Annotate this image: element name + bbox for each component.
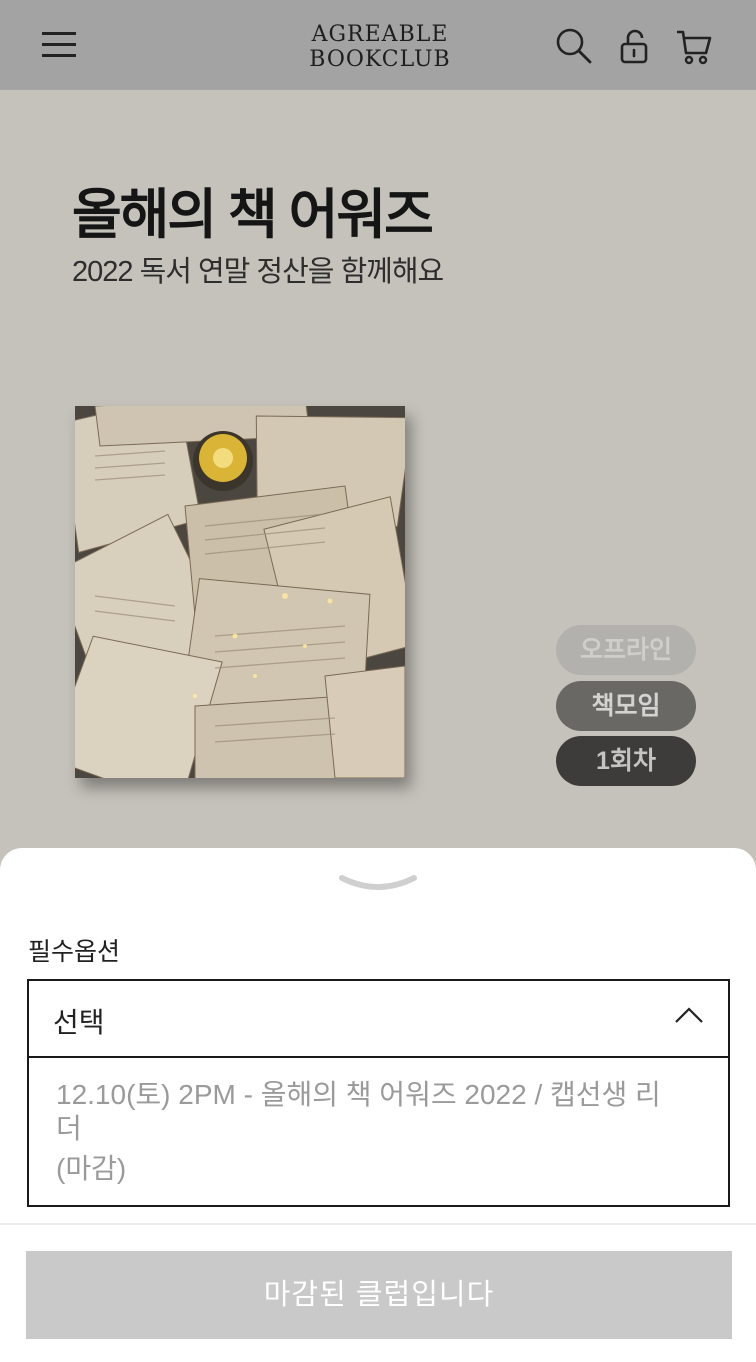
option-select-header[interactable]: 선택 <box>29 981 728 1058</box>
open-books-photo <box>75 406 405 778</box>
tag-offline: 오프라인 <box>556 625 696 675</box>
sheet-collapse-handle-icon[interactable] <box>338 870 418 894</box>
brand-logo[interactable]: AGREABLE BOOKCLUB <box>290 22 470 72</box>
page-title: 올해의 책 어워즈 <box>72 185 434 245</box>
lock-icon[interactable] <box>616 26 656 66</box>
required-option-label: 필수옵션 <box>28 938 121 966</box>
option-select: 선택 12.10(토) 2PM - 올해의 책 어워즈 2022 / 캡선생 리… <box>27 979 730 1207</box>
logo-line-2: BOOKCLUB <box>309 47 451 72</box>
divider <box>0 1223 756 1225</box>
option-select-value: 선택 <box>53 1007 105 1038</box>
option-item-text: 12.10(토) 2PM - 올해의 책 어워즈 2022 / 캡선생 리더 <box>56 1079 661 1144</box>
page-subtitle: 2022 독서 연말 정산을 함께해요 <box>72 256 444 288</box>
option-bottom-sheet: 필수옵션 선택 12.10(토) 2PM - 올해의 책 어워즈 2022 / … <box>0 848 756 1362</box>
menu-icon[interactable] <box>42 30 78 58</box>
logo-line-1: AGREABLE <box>311 22 449 47</box>
top-header: AGREABLE BOOKCLUB <box>0 0 756 90</box>
cart-icon[interactable] <box>674 26 714 66</box>
chevron-up-icon <box>674 1005 704 1025</box>
closed-club-button[interactable]: 마감된 클럽입니다 <box>26 1251 732 1339</box>
option-item-status: (마감) <box>56 1153 127 1184</box>
option-item-closed[interactable]: 12.10(토) 2PM - 올해의 책 어워즈 2022 / 캡선생 리더 (… <box>56 1078 676 1186</box>
tag-book-meeting: 책모임 <box>556 681 696 731</box>
event-hero: 올해의 책 어워즈 2022 독서 연말 정산을 함께해요 오프라인 책모임 1… <box>0 90 756 860</box>
search-icon[interactable] <box>554 26 594 66</box>
tag-session-count: 1회차 <box>556 736 696 786</box>
